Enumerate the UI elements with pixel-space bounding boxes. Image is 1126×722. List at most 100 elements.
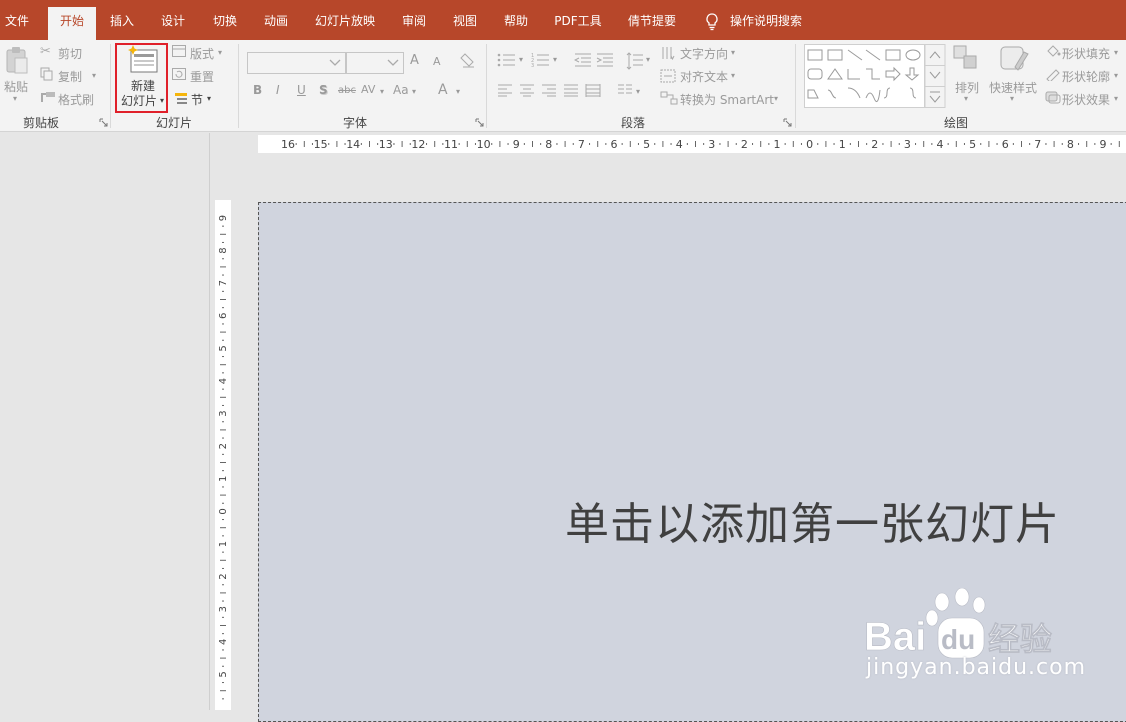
tab-file[interactable]: 文件 bbox=[0, 0, 34, 40]
chevron-down-icon bbox=[329, 59, 341, 66]
add-first-slide-placeholder[interactable]: 单击以添加第一张幻灯片 bbox=[565, 488, 1060, 552]
tab-pdf-tools[interactable]: PDF工具 bbox=[549, 0, 607, 40]
vertical-ruler[interactable]: 9 8 7 6 5 4 3 2 1 0 1 2 3 4 5 bbox=[215, 200, 231, 710]
dialog-launcher-icon[interactable] bbox=[783, 118, 792, 127]
paste-dropdown-icon[interactable]: ▾ bbox=[13, 94, 17, 103]
font-color-dropdown-icon[interactable]: ▾ bbox=[456, 87, 460, 96]
tab-animations[interactable]: 动画 bbox=[256, 0, 296, 40]
lightbulb-icon[interactable] bbox=[704, 13, 720, 31]
ruler-label: 2 bbox=[218, 573, 229, 579]
tell-me-search[interactable]: 操作说明搜索 bbox=[726, 0, 806, 40]
shape-outline-dropdown-icon[interactable]: ▾ bbox=[1114, 71, 1118, 80]
copy-button[interactable]: 复制 bbox=[58, 68, 82, 85]
align-left-icon[interactable] bbox=[497, 84, 513, 97]
tab-transitions[interactable]: 切换 bbox=[205, 0, 245, 40]
char-spacing-dropdown-icon[interactable]: ▾ bbox=[380, 87, 384, 96]
new-slide-label-2[interactable]: 幻灯片 bbox=[121, 92, 157, 109]
distributed-icon[interactable] bbox=[585, 84, 601, 97]
text-direction-dropdown-icon[interactable]: ▾ bbox=[731, 48, 735, 57]
ruler-label: 13 bbox=[379, 138, 393, 151]
bullets-icon[interactable] bbox=[497, 52, 517, 68]
font-color-button[interactable]: A bbox=[438, 82, 448, 98]
cut-button[interactable]: 剪切 bbox=[58, 45, 82, 62]
copy-dropdown-icon[interactable]: ▾ bbox=[92, 71, 96, 80]
align-text-dropdown-icon[interactable]: ▾ bbox=[731, 71, 735, 80]
tab-insert[interactable]: 插入 bbox=[102, 0, 142, 40]
ruler-label: 10 bbox=[477, 138, 491, 151]
shape-fill-dropdown-icon[interactable]: ▾ bbox=[1114, 48, 1118, 57]
shape-effects-button[interactable]: 形状效果 bbox=[1062, 91, 1110, 108]
dialog-launcher-icon[interactable] bbox=[99, 118, 108, 127]
format-painter-button[interactable]: 格式刷 bbox=[58, 91, 94, 108]
text-direction-button[interactable]: 文字方向 bbox=[680, 45, 728, 62]
slide-thumbnail-pane[interactable] bbox=[0, 133, 210, 710]
tab-home[interactable]: 开始 bbox=[48, 7, 96, 40]
change-case-button[interactable]: Aa bbox=[393, 83, 409, 97]
bold-button[interactable]: B bbox=[253, 83, 262, 97]
justify-icon[interactable] bbox=[563, 84, 579, 97]
italic-button[interactable]: I bbox=[276, 83, 280, 97]
grow-font-button[interactable]: A bbox=[410, 53, 419, 68]
arrange-icon[interactable] bbox=[952, 44, 980, 72]
tab-help[interactable]: 帮助 bbox=[496, 0, 536, 40]
tab-view[interactable]: 视图 bbox=[445, 0, 485, 40]
align-right-icon[interactable] bbox=[541, 84, 557, 97]
shapes-gallery[interactable] bbox=[804, 44, 946, 108]
clear-formatting-icon[interactable] bbox=[460, 52, 476, 70]
ruler-label: 16 bbox=[281, 138, 295, 151]
section-button[interactable]: 节 bbox=[191, 91, 203, 108]
align-text-button[interactable]: 对齐文本 bbox=[680, 68, 728, 85]
shrink-font-button[interactable]: A bbox=[433, 55, 441, 68]
new-slide-dropdown-icon[interactable]: ▾ bbox=[160, 96, 164, 105]
shape-fill-button[interactable]: 形状填充 bbox=[1062, 45, 1110, 62]
char-spacing-button[interactable]: AV bbox=[361, 83, 375, 96]
layout-dropdown-icon[interactable]: ▾ bbox=[218, 48, 222, 57]
shape-fill-icon bbox=[1047, 45, 1061, 57]
reset-button[interactable]: 重置 bbox=[190, 68, 214, 85]
text-shadow-button[interactable]: S bbox=[319, 83, 328, 97]
bullets-dropdown-icon[interactable]: ▾ bbox=[519, 55, 523, 64]
columns-dropdown-icon[interactable]: ▾ bbox=[636, 87, 640, 96]
align-center-icon[interactable] bbox=[519, 84, 535, 97]
change-case-dropdown-icon[interactable]: ▾ bbox=[412, 87, 416, 96]
convert-smartart-button[interactable]: 转换为 SmartArt bbox=[680, 91, 774, 108]
underline-button[interactable]: U bbox=[297, 83, 306, 97]
columns-icon[interactable] bbox=[617, 84, 633, 97]
quick-styles-dropdown-icon[interactable]: ▾ bbox=[1010, 94, 1014, 103]
numbering-icon[interactable]: 123 bbox=[531, 52, 551, 68]
watermark-brand: Bai bbox=[864, 615, 926, 659]
increase-indent-icon[interactable] bbox=[596, 52, 614, 68]
dialog-launcher-icon[interactable] bbox=[475, 118, 484, 127]
smartart-dropdown-icon[interactable]: ▾ bbox=[774, 94, 778, 103]
reset-icon bbox=[172, 68, 186, 80]
strikethrough-button[interactable]: abc bbox=[338, 85, 356, 96]
group-separator bbox=[238, 44, 239, 128]
arrange-dropdown-icon[interactable]: ▾ bbox=[964, 94, 968, 103]
tab-outline[interactable]: 倩节提要 bbox=[622, 0, 682, 40]
align-text-icon bbox=[660, 69, 676, 83]
ruler-label: 6 bbox=[218, 313, 229, 319]
tab-review[interactable]: 审阅 bbox=[394, 0, 434, 40]
numbering-dropdown-icon[interactable]: ▾ bbox=[553, 55, 557, 64]
tab-slideshow[interactable]: 幻灯片放映 bbox=[310, 0, 380, 40]
ruler-label: 8 bbox=[545, 138, 552, 151]
layout-button[interactable]: 版式 bbox=[190, 45, 214, 62]
font-size-combobox[interactable] bbox=[346, 52, 404, 74]
line-spacing-dropdown-icon[interactable]: ▾ bbox=[646, 55, 650, 64]
font-name-combobox[interactable] bbox=[247, 52, 346, 74]
paste-label[interactable]: 粘贴 bbox=[4, 78, 28, 95]
shape-effects-dropdown-icon[interactable]: ▾ bbox=[1114, 94, 1118, 103]
section-dropdown-icon[interactable]: ▾ bbox=[207, 94, 211, 103]
ruler-label: 5 bbox=[643, 138, 650, 151]
paste-icon[interactable] bbox=[4, 46, 30, 76]
new-slide-icon[interactable] bbox=[128, 45, 160, 75]
shape-outline-button[interactable]: 形状轮廓 bbox=[1062, 68, 1110, 85]
tab-design[interactable]: 设计 bbox=[153, 0, 193, 40]
ruler-label: 1 bbox=[839, 138, 846, 151]
ruler-label: 9 bbox=[513, 138, 520, 151]
horizontal-ruler[interactable]: 16 15 14 13 12 11 10 9 8 7 6 5 4 3 2 1 0 1 2 3 4 5 6 7 8 9 bbox=[258, 135, 1126, 153]
decrease-indent-icon[interactable] bbox=[574, 52, 592, 68]
quick-styles-icon[interactable] bbox=[998, 44, 1032, 74]
slides-group-label: 幻灯片 bbox=[155, 116, 192, 130]
line-spacing-icon[interactable] bbox=[626, 52, 644, 70]
